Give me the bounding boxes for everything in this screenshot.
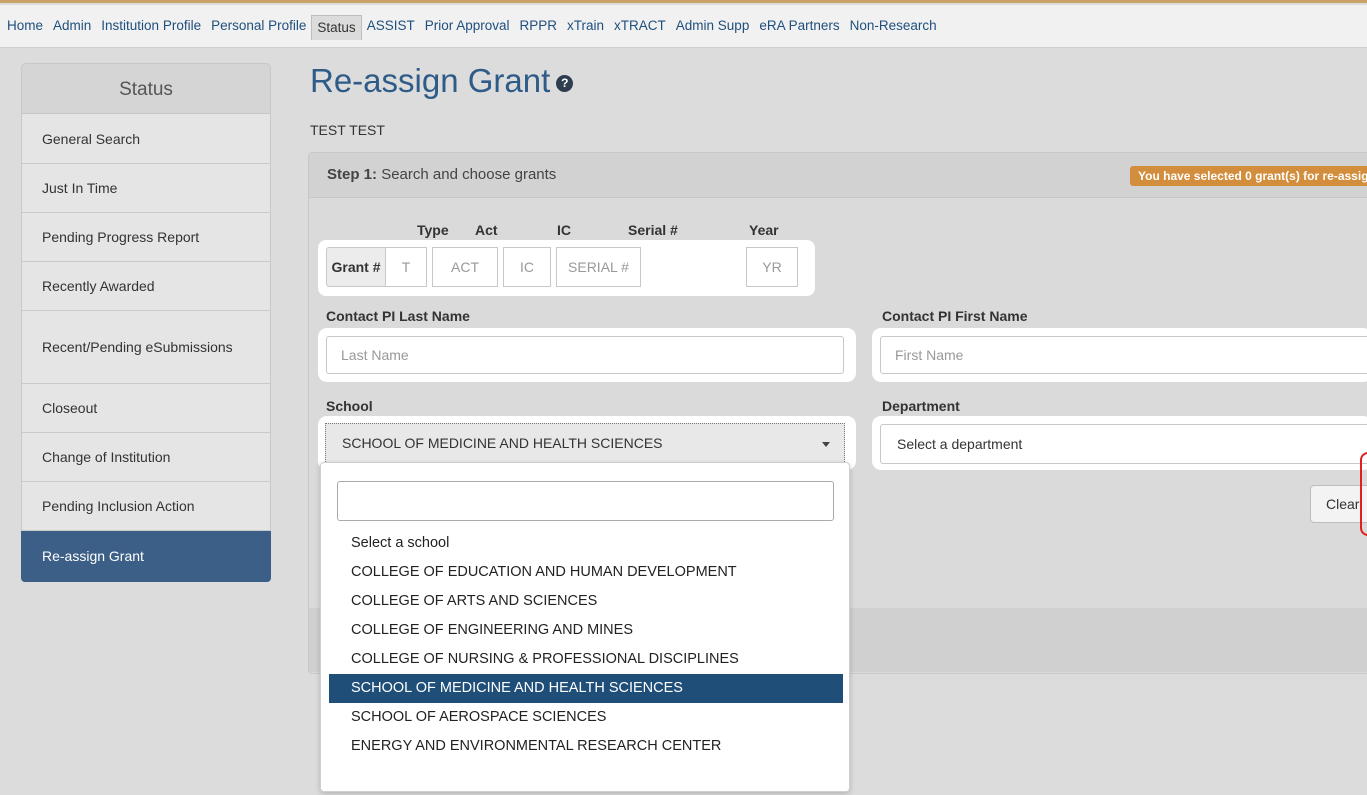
selected-grants-badge: You have selected 0 grant(s) for re-assi… <box>1130 166 1367 186</box>
step1-heading-bold: Step 1: <box>327 166 378 183</box>
nav-xtrain[interactable]: xTrain <box>562 15 609 37</box>
help-icon[interactable]: ? <box>556 74 574 92</box>
department-selected-value: Select a department <box>897 436 1023 452</box>
nav-institution-profile[interactable]: Institution Profile <box>96 15 206 37</box>
nav-admin[interactable]: Admin <box>48 15 96 37</box>
page-title-text: Re-assign Grant <box>310 62 551 99</box>
nav-home[interactable]: Home <box>2 15 48 37</box>
type-label: Type <box>417 222 449 238</box>
contact-first-label: Contact PI First Name <box>882 308 1028 324</box>
sidebar-title: Status <box>21 63 271 114</box>
sidebar-item-recent-pending-esubmissions[interactable]: Recent/Pending eSubmissions <box>21 311 271 384</box>
top-accent-line <box>0 0 1367 3</box>
sidebar-item-closeout[interactable]: Closeout <box>21 384 271 433</box>
sidebar-item-pending-progress-report[interactable]: Pending Progress Report <box>21 213 271 262</box>
school-option[interactable]: ENERGY AND ENVIRONMENTAL RESEARCH CENTER <box>329 732 843 761</box>
grant-type-input[interactable] <box>385 247 427 287</box>
school-option[interactable]: SCHOOL OF AEROSPACE SCIENCES <box>329 703 843 732</box>
year-label: Year <box>749 222 779 238</box>
nav-personal-profile[interactable]: Personal Profile <box>206 15 311 37</box>
school-select[interactable]: SCHOOL OF MEDICINE AND HEALTH SCIENCES <box>325 423 845 464</box>
school-option[interactable]: COLLEGE OF NURSING & PROFESSIONAL DISCIP… <box>329 645 843 674</box>
grant-number-group: Grant # <box>318 240 815 296</box>
school-option-highlighted[interactable]: SCHOOL OF MEDICINE AND HEALTH SCIENCES <box>329 674 843 703</box>
top-navigation: Home Admin Institution Profile Personal … <box>0 5 1367 48</box>
serial-label: Serial # <box>628 222 678 238</box>
contact-first-name-input[interactable] <box>880 336 1367 374</box>
department-select[interactable]: Select a department <box>880 424 1367 464</box>
chevron-down-icon <box>822 442 830 447</box>
user-name: TEST TEST <box>310 122 385 138</box>
sidebar-item-pending-inclusion-action[interactable]: Pending Inclusion Action <box>21 482 271 531</box>
nav-assist[interactable]: ASSIST <box>362 15 420 37</box>
school-option[interactable]: COLLEGE OF ARTS AND SCIENCES <box>329 587 843 616</box>
ic-label: IC <box>557 222 571 238</box>
highlight-annotation <box>1360 452 1367 536</box>
contact-last-label: Contact PI Last Name <box>326 308 470 324</box>
clear-button[interactable]: Clear <box>1310 485 1367 523</box>
status-sidebar: Status General Search Just In Time Pendi… <box>21 63 271 582</box>
step1-heading-text: Search and choose grants <box>381 166 557 183</box>
nav-xtract[interactable]: xTRACT <box>609 15 671 37</box>
nav-era-partners[interactable]: eRA Partners <box>754 15 844 37</box>
contact-last-name-input[interactable] <box>326 336 844 374</box>
nav-admin-supp[interactable]: Admin Supp <box>671 15 755 37</box>
school-dropdown: Select a school COLLEGE OF EDUCATION AND… <box>320 462 850 792</box>
step1-heading: Step 1: Search and choose grants <box>327 166 556 183</box>
page-title: Re-assign Grant? <box>310 62 574 100</box>
school-option[interactable]: COLLEGE OF ENGINEERING AND MINES <box>329 616 843 645</box>
school-search-input[interactable] <box>337 481 834 521</box>
grant-serial-input[interactable] <box>556 247 641 287</box>
school-option[interactable]: Select a school <box>329 529 843 558</box>
nav-non-research[interactable]: Non-Research <box>845 15 942 37</box>
school-options-list: Select a school COLLEGE OF EDUCATION AND… <box>329 529 843 761</box>
grant-ic-input[interactable] <box>503 247 551 287</box>
school-option[interactable]: COLLEGE OF EDUCATION AND HUMAN DEVELOPME… <box>329 558 843 587</box>
sidebar-item-just-in-time[interactable]: Just In Time <box>21 164 271 213</box>
nav-status[interactable]: Status <box>311 14 362 40</box>
sidebar-item-recently-awarded[interactable]: Recently Awarded <box>21 262 271 311</box>
grant-number-addon: Grant # <box>326 247 386 287</box>
sidebar-item-change-of-institution[interactable]: Change of Institution <box>21 433 271 482</box>
act-label: Act <box>475 222 498 238</box>
sidebar-item-re-assign-grant[interactable]: Re-assign Grant <box>21 531 271 582</box>
department-label: Department <box>882 398 960 414</box>
grant-year-input[interactable] <box>746 247 798 287</box>
nav-prior-approval[interactable]: Prior Approval <box>420 15 515 37</box>
school-selected-value: SCHOOL OF MEDICINE AND HEALTH SCIENCES <box>342 435 663 451</box>
nav-rppr[interactable]: RPPR <box>515 15 563 37</box>
sidebar-item-general-search[interactable]: General Search <box>21 114 271 164</box>
school-label: School <box>326 398 373 414</box>
grant-act-input[interactable] <box>432 247 498 287</box>
